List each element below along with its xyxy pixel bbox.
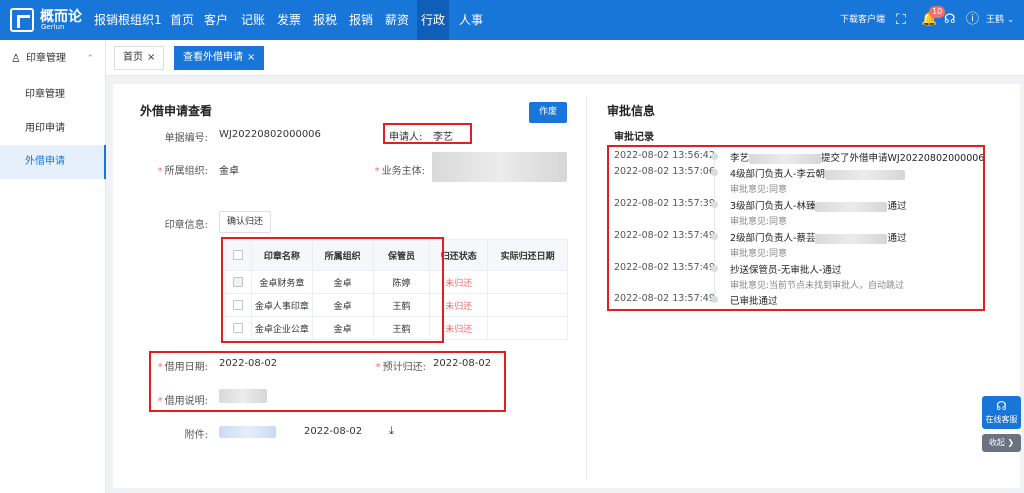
tab-label: 首页 [123,52,143,63]
page-title: 外借申请查看 [140,104,213,118]
close-icon[interactable]: × [147,52,155,63]
notification-badge: 10 [929,6,946,18]
logo-subtitle: Gerlun [41,23,65,31]
borrow-date-label: * 借用日期: [157,362,208,373]
nav-payroll[interactable]: 薪资 [381,0,413,40]
nav-tax[interactable]: 报税 [309,0,341,40]
nav-invoices[interactable]: 发票 [273,0,305,40]
seal-icon: ♙ [11,52,21,65]
redacted-entity [432,152,567,182]
logo-mark-icon [10,8,34,32]
nav-admin[interactable]: 行政 [417,0,450,40]
seal-info-label: 印章信息: [164,220,208,231]
headset-icon: ☊ [996,399,1007,413]
help-icon[interactable]: ⓘ [966,0,979,40]
applicant-value: 李艺 [433,132,453,143]
sidebar: ♙ 印章管理 ⌃ 印章管理 用印申请 外借申请 [0,40,106,493]
highlight-approval-log [607,145,985,311]
org-value: 金卓 [219,166,239,177]
borrow-date-value: 2022-08-02 [219,358,278,369]
org-label-text: 所属组织: [164,166,208,177]
close-icon[interactable]: × [247,52,255,63]
nav-customers[interactable]: 客户 [200,0,232,40]
nav-home[interactable]: 首页 [166,0,198,40]
col-header: 实际归还日期 [487,239,568,271]
attachment-label: 附件: [184,430,208,441]
scan-icon[interactable]: ⛶ [896,0,906,40]
doc-no-value: WJ20220802000006 [219,129,321,140]
user-name: 王鹤 [986,15,1005,25]
top-navbar: 概而论 Gerlun 报销根组织1 首页 客户 记账 发票 报税 报销 薪资 行… [0,0,1024,40]
attachment-date: 2022-08-02 [304,426,363,437]
approval-record-title: 审批记录 [614,132,654,143]
user-menu[interactable]: 王鹤 ⌄ [986,0,1014,40]
tab-home[interactable]: 首页 × [114,46,165,70]
chevron-up-icon: ⌃ [86,54,94,64]
void-button[interactable]: 作废 [529,102,567,123]
online-service-button[interactable]: ☊ 在线客服 [982,396,1021,429]
section-divider [586,96,587,480]
actual-return-date [487,316,568,340]
tab-label: 查看外借申请 [183,52,243,63]
sidebar-group-label: 印章管理 [26,53,66,64]
borrow-date-label-text: 借用日期: [164,362,208,373]
download-icon[interactable]: ⤓ [389,424,394,438]
nav-hr[interactable]: 人事 [455,0,487,40]
confirm-return-button[interactable]: 确认归还 [219,211,271,233]
sidebar-group-seal-management[interactable]: ♙ 印章管理 ⌃ [0,40,106,78]
org-switcher[interactable]: 报销根组织1 [90,0,166,40]
nav-reimbursement[interactable]: 报销 [345,0,377,40]
redacted-borrow-note [219,389,267,403]
expected-return-value: 2022-08-02 [433,358,492,369]
headset-icon[interactable]: ☊ [944,0,956,40]
tab-view-borrow-request[interactable]: 查看外借申请 × [174,46,265,70]
sidebar-item-seal-use-request[interactable]: 用印申请 [0,112,106,146]
org-label: * 所属组织: [157,166,208,177]
entity-label: * 业务主体: [374,166,425,177]
tabs-bar: 首页 × 查看外借申请 × [106,40,1024,76]
nav-bookkeeping[interactable]: 记账 [237,0,269,40]
attachment-link[interactable] [219,426,276,438]
applicant-label: 申请人: [389,132,423,143]
download-client-link[interactable]: 下载客户端 [840,0,885,40]
actual-return-date [487,270,568,294]
chevron-down-icon: ⌄ [1006,15,1015,25]
doc-no-label: 单据编号: [164,133,208,144]
sidebar-item-seal-management[interactable]: 印章管理 [0,78,106,112]
online-service-label: 在线客服 [985,415,1018,424]
actual-return-date [487,293,568,317]
expected-return-label: * 预计归还: [375,362,426,373]
approval-title: 审批信息 [607,104,656,118]
expected-return-label-text: 预计归还: [382,362,426,373]
borrow-note-label: * 借用说明: [157,396,208,407]
app-logo[interactable]: 概而论 Gerlun [10,6,85,34]
sidebar-item-borrow-request[interactable]: 外借申请 [0,145,106,179]
borrow-note-label-text: 借用说明: [164,396,208,407]
entity-label-text: 业务主体: [381,166,425,177]
collapse-button[interactable]: 收起 ❯ [982,434,1021,452]
highlight-seal-table [221,237,444,343]
